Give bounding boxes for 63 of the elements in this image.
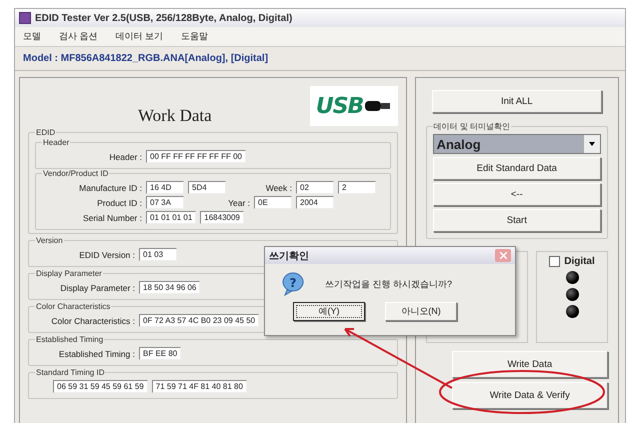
dialog-message: 쓰기작업을 진행 하시겠습니까? [325, 278, 452, 290]
field-label: Established Timing : [58, 348, 135, 358]
dialog-button[interactable]: 아니오(N) [385, 302, 457, 321]
panel-button[interactable]: Edit Standard Data [432, 157, 601, 180]
dialog-title: 쓰기확인 [269, 250, 309, 262]
value-field[interactable]: 71 59 71 4F 81 40 81 80 [152, 380, 247, 393]
model-label: Model : MF856A841822_RGB.ANA[Analog], [Digital] [15, 47, 625, 71]
field-label: Product ID : [96, 198, 142, 208]
group-title: Header [42, 138, 70, 147]
panel-button[interactable]: <-- [432, 183, 601, 206]
value-field[interactable]: 00 FF FF FF FF FF FF 00 [146, 150, 246, 163]
field-label: Serial Number : [82, 212, 142, 222]
menu-item[interactable]: 도움말 [179, 30, 210, 43]
dropdown-arrow-icon [589, 142, 595, 146]
group-title: Color Characteristics [35, 302, 112, 311]
mode-dropdown[interactable]: Analog [432, 134, 601, 154]
group-title: 데이터 및 터미널확인 [432, 121, 512, 132]
field-label: Display Parameter : [59, 282, 135, 292]
field-label: EDID Version : [78, 250, 135, 260]
close-button[interactable] [495, 249, 511, 262]
window-title: EDID Tester Ver 2.5(USB, 256/128Byte, Analog, Digital) [35, 12, 292, 24]
write-button[interactable]: Write Data [452, 351, 608, 378]
value-field[interactable]: 2004 [296, 196, 334, 209]
usb-logo: USB [310, 86, 398, 126]
menu-item[interactable]: 데이터 보기 [114, 30, 166, 43]
init-all-button[interactable]: Init ALL [432, 90, 602, 113]
group-title: Display Parameter [35, 269, 103, 278]
menu-item[interactable]: 모델 [21, 30, 43, 43]
indicator-light [566, 288, 578, 301]
digital-checkbox[interactable]: Digital [549, 256, 595, 267]
value-field[interactable]: 16843009 [200, 211, 244, 224]
value-field[interactable]: 2 [338, 181, 376, 194]
panel-title: Work Data [138, 106, 212, 126]
app-icon [19, 12, 31, 24]
value-field[interactable]: 18 50 34 96 06 [139, 281, 200, 294]
field-label: Week : [264, 182, 292, 192]
field-label: Color Characteristics : [50, 316, 135, 326]
value-field[interactable]: 01 01 01 01 [146, 211, 196, 224]
value-field[interactable]: 01 03 [139, 248, 177, 261]
value-field[interactable]: 06 59 31 59 45 59 61 59 [53, 380, 148, 393]
value-field[interactable]: 5D4 [188, 181, 226, 194]
field-label: Manufacture ID : [78, 182, 142, 192]
group-title: Vendor/Product ID [42, 169, 110, 178]
question-icon: ? [281, 272, 305, 296]
menu-item[interactable]: 검사 옵션 [57, 30, 100, 43]
group-title: Version [35, 236, 64, 245]
value-field[interactable]: BF EE 80 [139, 347, 182, 360]
value-field[interactable]: 0E [254, 196, 292, 209]
group-title: Established Timing [35, 335, 104, 344]
value-field[interactable]: 0F 72 A3 57 4C B0 23 09 45 50 [139, 314, 260, 327]
dialog-button[interactable]: 예(Y) [293, 302, 365, 321]
close-icon [500, 252, 506, 259]
value-field[interactable]: 16 4D [146, 181, 184, 194]
group-title: Standard Timing ID [35, 368, 106, 377]
value-field[interactable]: 02 [296, 181, 334, 194]
field-label: Year : [227, 198, 250, 208]
indicator-light [566, 305, 578, 318]
write-button[interactable]: Write Data & Verify [452, 382, 608, 409]
panel-button[interactable]: Start [432, 209, 601, 232]
indicator-light [566, 271, 578, 284]
value-field[interactable]: 07 3A [146, 196, 184, 209]
group-title: EDID [35, 128, 56, 137]
field-label: Header : [108, 152, 142, 162]
